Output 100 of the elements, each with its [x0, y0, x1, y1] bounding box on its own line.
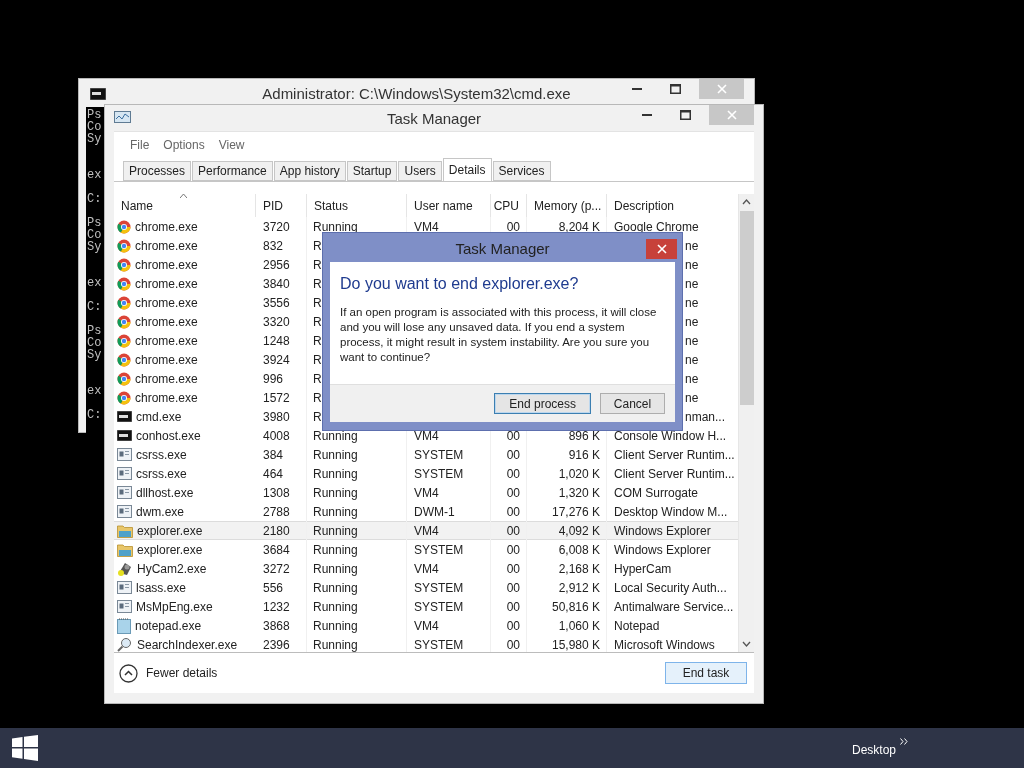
table-cell: explorer.exe [137, 542, 203, 557]
chrome-icon [117, 295, 131, 310]
console-text: ex [87, 276, 102, 290]
chrome-icon [117, 314, 131, 329]
end-task-button[interactable]: End task [665, 662, 747, 684]
search-icon [117, 637, 133, 652]
console-icon [117, 411, 132, 422]
start-icon[interactable] [12, 735, 38, 761]
table-cell: 00 [491, 616, 527, 635]
maximize-icon [669, 84, 681, 94]
table-cell: SearchIndexer.exe [137, 637, 238, 652]
table-cell: chrome.exe [135, 257, 198, 272]
table-cell: HyCam2.exe [137, 561, 207, 576]
table-cell: Running [307, 578, 407, 597]
console-text: Sy [87, 132, 102, 146]
table-cell: 996 [256, 369, 307, 388]
table-cell: explorer.exe [137, 523, 203, 538]
table-cell: 2396 [256, 635, 307, 652]
table-cell: 1248 [256, 331, 307, 350]
column-header[interactable]: PID [256, 194, 307, 217]
folder-icon [117, 523, 133, 538]
table-cell: 4008 [256, 426, 307, 445]
dialog-button[interactable]: End process [494, 393, 591, 414]
scroll-up-icon [742, 199, 751, 205]
table-cell: 1572 [256, 388, 307, 407]
table-cell: 1,320 K [527, 483, 607, 502]
folder-icon [117, 542, 133, 557]
table-cell: VM4 [407, 521, 491, 540]
table-cell: chrome.exe [135, 238, 198, 253]
dialog-button[interactable]: Cancel [600, 393, 665, 414]
scrollbar[interactable] [738, 194, 754, 652]
table-cell: 00 [491, 540, 527, 559]
table-cell: 1232 [256, 597, 307, 616]
table-cell: 3924 [256, 350, 307, 369]
console-text: Co [87, 228, 102, 242]
table-cell: 00 [491, 597, 527, 616]
window-title: Administrator: C:\Windows\System32\cmd.exe [262, 84, 571, 102]
table-cell: chrome.exe [135, 333, 198, 348]
table-cell: SYSTEM [407, 540, 491, 559]
collapse-icon [119, 663, 138, 683]
scroll-down-icon [742, 641, 751, 647]
close-button[interactable] [646, 238, 677, 259]
tab[interactable]: Performance [192, 161, 273, 181]
table-cell: Running [307, 559, 407, 578]
table-cell: 15,980 K [527, 635, 607, 652]
minimize-icon [642, 113, 652, 117]
column-header[interactable]: Status [307, 194, 407, 217]
scroll-thumb[interactable] [739, 211, 754, 405]
table-cell: 50,816 K [527, 597, 607, 616]
table-cell: VM4 [407, 483, 491, 502]
console-text: Ps [87, 108, 102, 122]
table-cell: cmd.exe [136, 409, 182, 424]
table-cell: SYSTEM [407, 635, 491, 652]
toolbar-label[interactable]: Desktop [851, 743, 896, 757]
table-cell: 3840 [256, 274, 307, 293]
console-text: Co [87, 336, 102, 350]
tab[interactable]: App history [273, 161, 346, 181]
table-cell: 832 [256, 236, 307, 255]
column-header[interactable]: CPU [491, 194, 527, 217]
process-row[interactable]: explorer.exe 2180 Running VM4 00 4,092 K Windows Explorer [114, 521, 738, 540]
column-header[interactable]: Name [114, 194, 256, 217]
table-cell: SYSTEM [407, 445, 491, 464]
table-cell: 00 [491, 578, 527, 597]
tab[interactable]: Processes [123, 161, 192, 181]
table-cell: 3684 [256, 540, 307, 559]
table-cell: 2,168 K [527, 559, 607, 578]
table-cell: 00 [491, 635, 527, 652]
table-cell: 3556 [256, 293, 307, 312]
tab[interactable]: Users [398, 161, 442, 181]
table-cell: Running [307, 464, 407, 483]
console-text: Sy [87, 348, 102, 362]
table-cell: 384 [256, 445, 307, 464]
close-icon [726, 110, 737, 120]
table-cell: csrss.exe [136, 447, 187, 462]
notepad-icon [117, 617, 131, 634]
table-cell: Running [307, 616, 407, 635]
menu-item[interactable]: File [123, 137, 157, 152]
maximize-icon [679, 110, 691, 120]
table-cell: chrome.exe [135, 314, 198, 329]
table-cell: 3320 [256, 312, 307, 331]
table-cell: Running [307, 521, 407, 540]
menu-item[interactable]: Options [156, 137, 212, 152]
window-title: Task Manager [386, 109, 482, 127]
tab[interactable]: Details [442, 158, 492, 181]
table-cell: 00 [491, 521, 527, 540]
column-header[interactable]: Memory (p... [527, 194, 607, 217]
window-icon [117, 581, 132, 594]
console-text: C: [87, 300, 102, 314]
minimize-icon [632, 87, 642, 91]
console-text: Ps [87, 216, 102, 230]
table-cell: SYSTEM [407, 464, 491, 483]
column-header[interactable]: User name [407, 194, 491, 217]
chevron-icon[interactable] [900, 737, 908, 745]
table-cell: 1308 [256, 483, 307, 502]
table-cell: chrome.exe [135, 390, 198, 405]
tab[interactable]: Startup [346, 161, 398, 181]
tab[interactable]: Services [492, 161, 551, 181]
menu-item[interactable]: View [211, 137, 252, 152]
fewer-details-toggle[interactable]: Fewer details [119, 663, 218, 683]
monitor-icon [114, 111, 131, 125]
